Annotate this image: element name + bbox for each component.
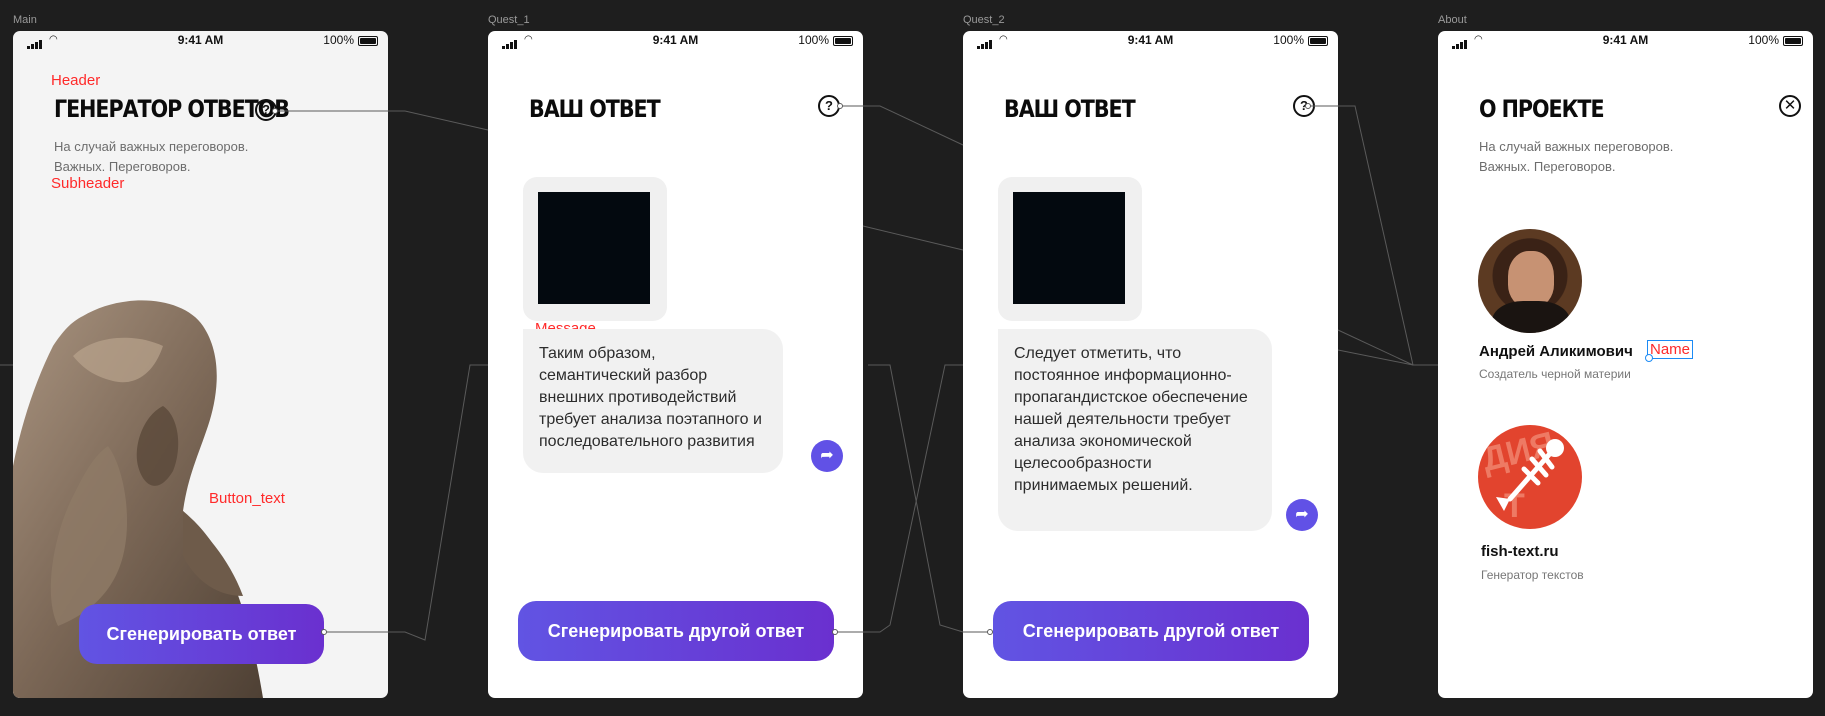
status-bar: ◠ 9:41 AM 100% — [963, 31, 1338, 51]
about-screen: ◠ 9:41 AM 100% О ПРОЕКТЕ ✕ На случай важ… — [1438, 31, 1813, 698]
site-name[interactable]: fish-text.ru — [1481, 543, 1559, 560]
message-bubble: Следует отметить, что постоянное информа… — [998, 329, 1272, 531]
quest1-screen: ◠ 9:41 AM 100% ВАШ ОТВЕТ ? Message Таким… — [488, 31, 863, 698]
subtitle-line: На случай важных переговоров. — [54, 139, 249, 154]
answer-image-card — [998, 177, 1142, 321]
author-role: Создатель черной материи — [1479, 367, 1631, 381]
battery-icon — [1783, 36, 1803, 46]
annotation-name: Name — [1644, 340, 1694, 362]
help-icon[interactable]: ? — [1293, 95, 1315, 117]
answer-image — [1013, 192, 1125, 304]
page-title: ВАШ ОТВЕТ — [529, 95, 661, 123]
share-icon[interactable]: ➦ — [811, 440, 843, 472]
page-title: О ПРОЕКТЕ — [1479, 95, 1605, 123]
annotation-header: Header — [51, 72, 101, 89]
fish-text-logo: ДИЯ Т — [1478, 425, 1582, 529]
subtitle-line: Важных. Переговоров. — [1479, 159, 1616, 174]
annotation-subheader: Subheader — [51, 175, 125, 192]
author-name: Андрей Аликимович — [1479, 343, 1633, 360]
answer-image-card — [523, 177, 667, 321]
battery-percent: 100% — [1748, 33, 1779, 47]
status-bar: ◠ 9:41 AM 100% — [13, 31, 388, 51]
help-icon[interactable]: ? — [818, 95, 840, 117]
battery-percent: 100% — [798, 33, 829, 47]
author-avatar — [1478, 229, 1582, 333]
quest2-screen: ◠ 9:41 AM 100% ВАШ ОТВЕТ ? Следует отмет… — [963, 31, 1338, 698]
generate-another-button[interactable]: Сгенерировать другой ответ — [993, 601, 1309, 661]
message-bubble: Таким образом, семантический разбор внеш… — [523, 329, 783, 473]
fish-skeleton-icon — [1496, 439, 1564, 511]
page-title: ВАШ ОТВЕТ — [1004, 95, 1136, 123]
battery-icon — [1308, 36, 1328, 46]
subtitle-line: На случай важных переговоров. — [1479, 139, 1674, 154]
frame-label-about: About — [1438, 14, 1467, 26]
status-bar: ◠ 9:41 AM 100% — [1438, 31, 1813, 51]
generate-answer-button[interactable]: Сгенерировать ответ — [79, 604, 324, 664]
main-screen: ◠ 9:41 AM 100% Header ГЕНЕРАТОР ОТВЕТОВ … — [13, 31, 388, 698]
help-icon[interactable]: ? — [255, 99, 277, 121]
battery-icon — [833, 36, 853, 46]
battery-icon — [358, 36, 378, 46]
frame-label-quest1: Quest_1 — [488, 14, 530, 26]
battery-percent: 100% — [1273, 33, 1304, 47]
generate-another-button[interactable]: Сгенерировать другой ответ — [518, 601, 834, 661]
subtitle-line: Важных. Переговоров. — [54, 159, 191, 174]
page-subtitle: На случай важных переговоров. Важных. Пе… — [54, 137, 248, 177]
frame-label-quest2: Quest_2 — [963, 14, 1005, 26]
page-title: ГЕНЕРАТОР ОТВЕТОВ — [54, 95, 290, 123]
answer-image — [538, 192, 650, 304]
annotation-button-text: Button_text — [209, 490, 285, 507]
status-bar: ◠ 9:41 AM 100% — [488, 31, 863, 51]
frame-label-main: Main — [13, 14, 37, 26]
page-subtitle: На случай важных переговоров. Важных. Пе… — [1479, 137, 1673, 177]
site-role: Генератор текстов — [1481, 568, 1584, 582]
battery-percent: 100% — [323, 33, 354, 47]
close-icon[interactable]: ✕ — [1779, 95, 1801, 117]
share-icon[interactable]: ➦ — [1286, 499, 1318, 531]
